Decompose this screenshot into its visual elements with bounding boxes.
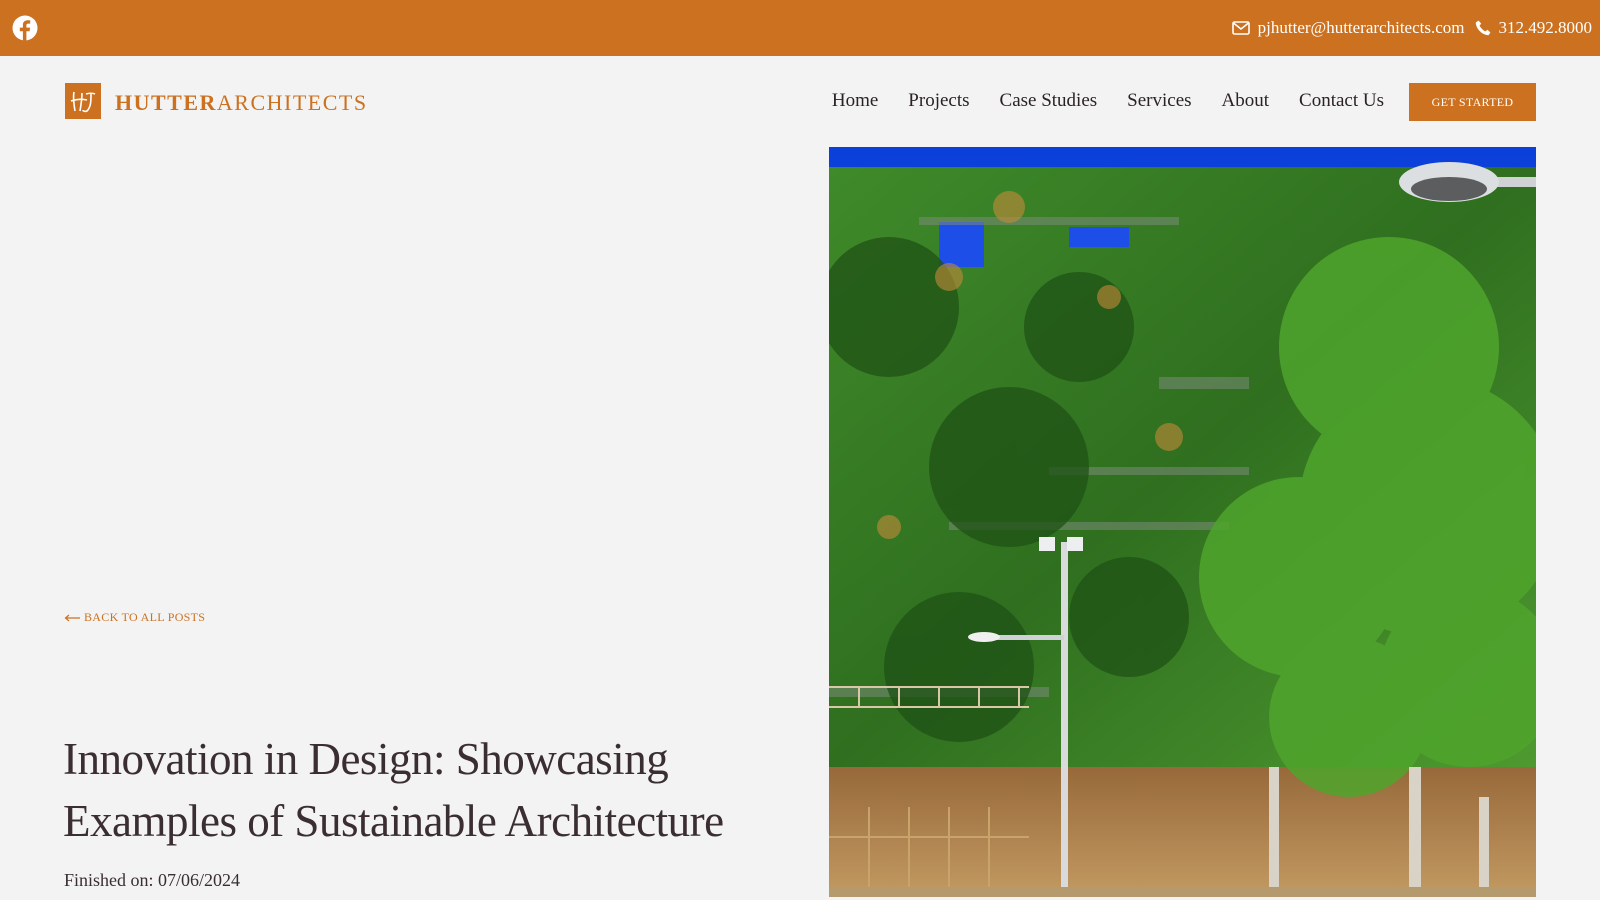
- phone-icon: [1475, 20, 1490, 36]
- phone-text: 312.492.8000: [1498, 18, 1593, 37]
- email-link[interactable]: pjhutter@hutterarchitects.com: [1231, 18, 1465, 38]
- arrow-left-icon: [64, 614, 80, 621]
- facebook-icon[interactable]: [12, 15, 38, 41]
- back-to-posts-link[interactable]: BACK TO ALL POSTS: [64, 610, 205, 625]
- logo-word-strong: HUTTER: [115, 90, 217, 115]
- nav-projects[interactable]: Projects: [908, 90, 969, 112]
- phone-link[interactable]: 312.492.8000: [1475, 18, 1593, 38]
- main-nav: Home Projects Case Studies Services Abou…: [832, 86, 1384, 116]
- top-bar: pjhutter@hutterarchitects.com 312.492.80…: [0, 0, 1600, 56]
- logo-mark-icon: [65, 83, 101, 119]
- nav-about[interactable]: About: [1222, 90, 1270, 112]
- logo-wordmark: HUTTERARCHITECTS: [115, 90, 368, 116]
- post-title: Innovation in Design: Showcasing Example…: [63, 734, 724, 846]
- nav-home[interactable]: Home: [832, 90, 878, 112]
- nav-contact-us[interactable]: Contact Us: [1299, 90, 1384, 112]
- hero-image: [829, 147, 1536, 897]
- finished-date: Finished on: 07/06/2024: [64, 870, 241, 890]
- envelope-icon: [1231, 21, 1250, 35]
- contact-info: pjhutter@hutterarchitects.com 312.492.80…: [1231, 0, 1593, 56]
- nav-services[interactable]: Services: [1127, 90, 1191, 112]
- email-text: pjhutter@hutterarchitects.com: [1257, 18, 1465, 37]
- back-link-label: BACK TO ALL POSTS: [84, 610, 206, 624]
- logo-word-light: ARCHITECTS: [216, 90, 368, 115]
- get-started-button[interactable]: GET STARTED: [1409, 83, 1536, 121]
- nav-case-studies[interactable]: Case Studies: [1000, 90, 1098, 112]
- site-logo[interactable]: HUTTERARCHITECTS: [65, 83, 368, 119]
